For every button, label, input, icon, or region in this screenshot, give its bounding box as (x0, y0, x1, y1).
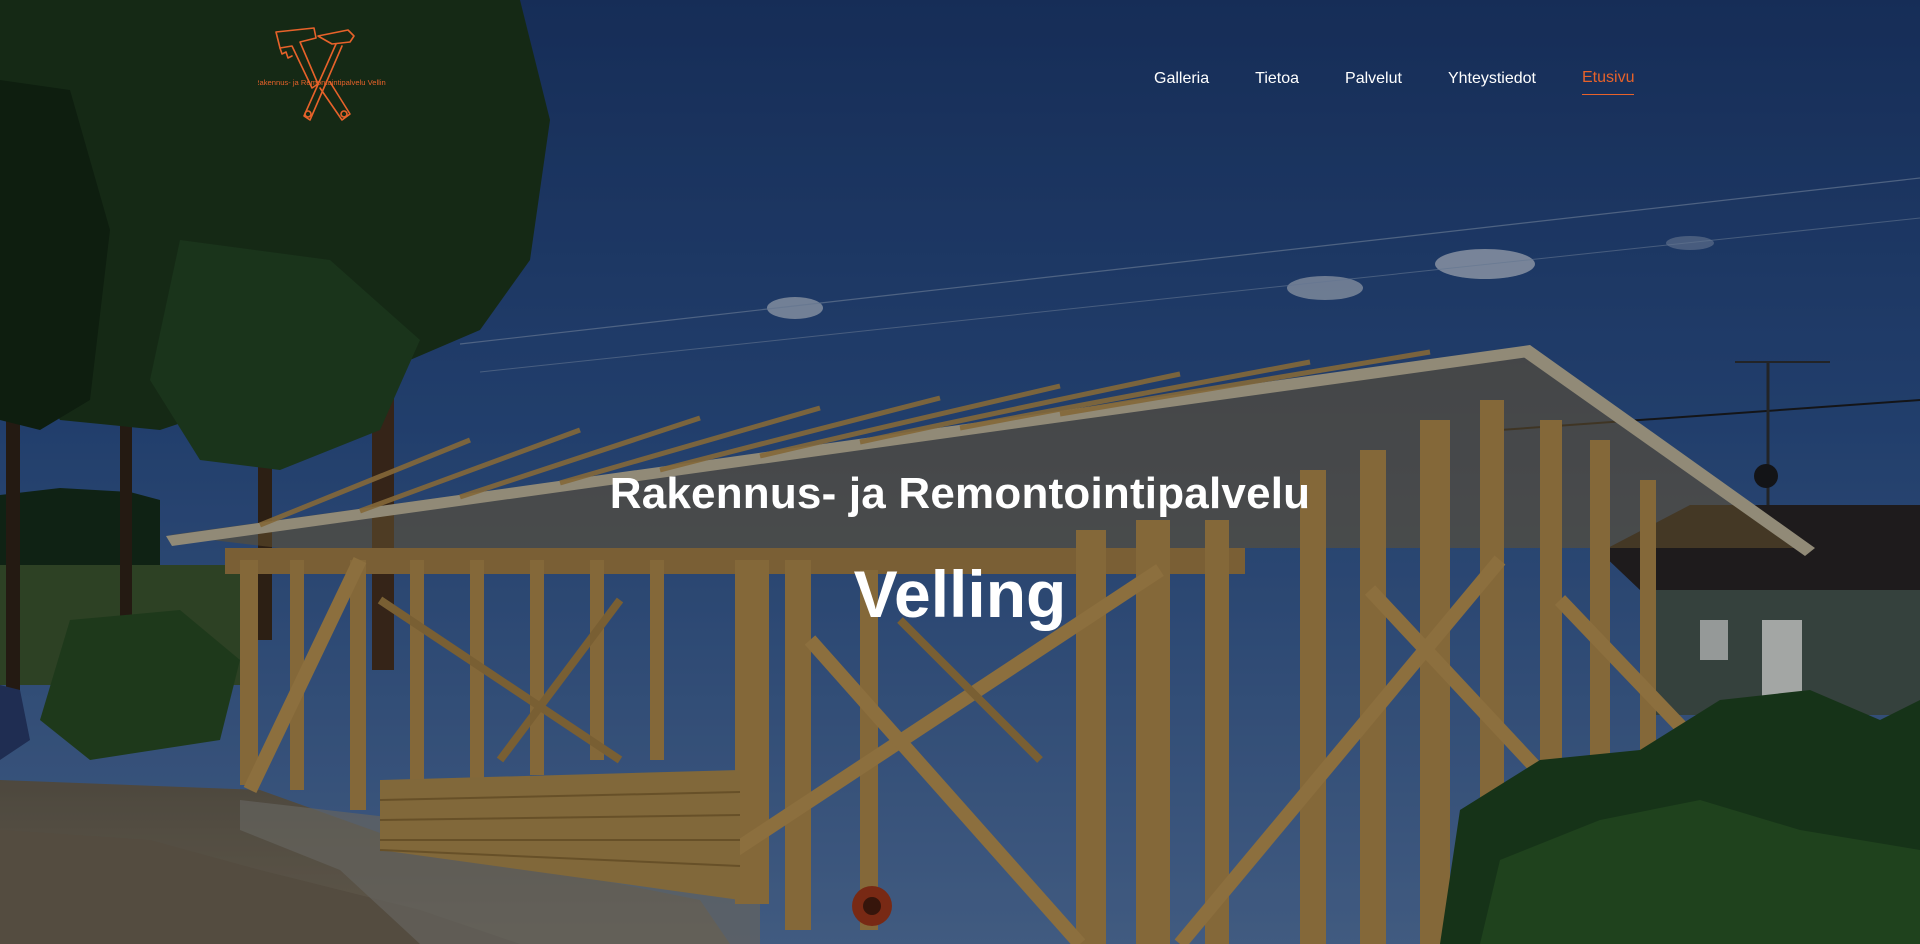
nav-item-palvelut[interactable]: Palvelut (1345, 69, 1402, 95)
hero-section: Rakennus- ja Remontointipalvelu Velling … (0, 0, 1920, 944)
main-nav: Galleria Tietoa Palvelut Yhteystiedot Et… (1154, 68, 1635, 95)
nav-item-etusivu[interactable]: Etusivu (1582, 68, 1635, 95)
nav-item-yhteystiedot[interactable]: Yhteystiedot (1448, 69, 1536, 95)
logo-text: Rakennus- ja Remontointipalvelu Velling (258, 78, 386, 87)
site-logo[interactable]: Rakennus- ja Remontointipalvelu Velling (254, 24, 390, 132)
nav-item-tietoa[interactable]: Tietoa (1255, 69, 1299, 95)
nav-item-galleria[interactable]: Galleria (1154, 69, 1209, 95)
hero-title: Rakennus- ja Remontointipalvelu (609, 469, 1311, 518)
hero-subtitle: Velling (853, 557, 1067, 631)
logo-hammer-saw-icon: Rakennus- ja Remontointipalvelu Velling (254, 27, 390, 121)
